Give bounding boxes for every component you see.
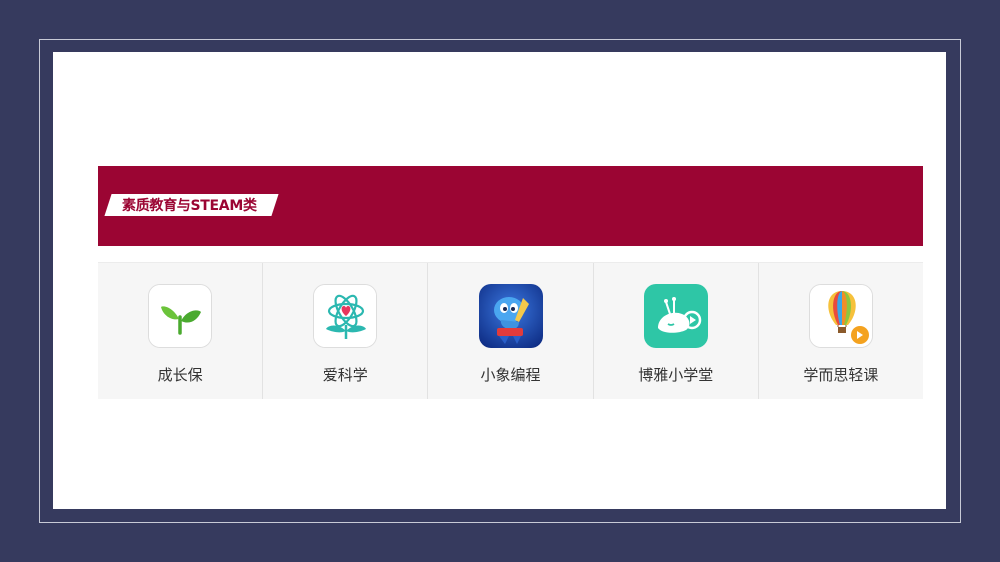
section-title-tag: 素质教育与STEAM类: [104, 194, 279, 216]
app-label: 博雅小学堂: [638, 366, 714, 384]
app-item-xiaoxiang-biancheng[interactable]: 小象编程: [428, 263, 594, 399]
app-item-xueersi-qingke[interactable]: 学而思轻课: [759, 263, 923, 399]
sprout-icon[interactable]: [148, 284, 213, 348]
app-item-boya-xiaoxuetang[interactable]: 博雅小学堂: [594, 263, 759, 399]
robot-mascot-icon[interactable]: [478, 284, 543, 348]
atom-heart-icon[interactable]: [313, 284, 378, 348]
app-label: 学而思轻课: [803, 366, 879, 384]
app-item-aikexue[interactable]: 爱科学: [263, 263, 429, 399]
hot-air-balloon-icon[interactable]: [808, 284, 873, 348]
slide-canvas: 素质教育与STEAM类 成长保 爱科学 小象编程 博雅小学堂 学而思轻课: [53, 52, 946, 509]
section-title: 素质教育与STEAM类: [122, 198, 257, 214]
app-label: 成长保: [157, 366, 203, 384]
app-label: 爱科学: [322, 366, 368, 384]
app-list: 成长保 爱科学 小象编程 博雅小学堂 学而思轻课: [98, 262, 923, 399]
snail-play-icon[interactable]: [643, 284, 708, 348]
app-label: 小象编程: [480, 366, 541, 384]
section-banner: 素质教育与STEAM类: [98, 166, 923, 246]
app-item-chengzhangbao[interactable]: 成长保: [98, 263, 264, 399]
